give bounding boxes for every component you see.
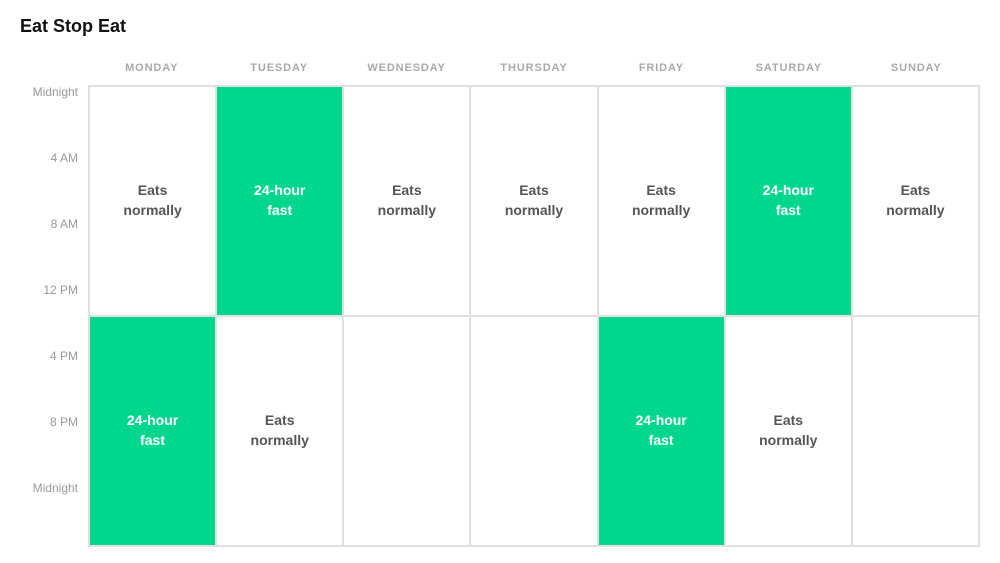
cell-thu-top: Eatsnormally bbox=[470, 86, 597, 316]
cell-tue-bottom: Eatsnormally bbox=[216, 316, 343, 546]
time-midnight-bottom: Midnight bbox=[20, 481, 88, 547]
cell-tue-top: 24-hourfast bbox=[216, 86, 343, 316]
cell-sun-bottom bbox=[852, 316, 979, 546]
cell-wed-bottom bbox=[343, 316, 470, 546]
cell-sun-top: Eatsnormally bbox=[852, 86, 979, 316]
grid-body: Eatsnormally 24-hourfast Eatsnormally Ea… bbox=[88, 85, 980, 547]
time-4pm: 4 PM bbox=[20, 349, 88, 415]
header-monday: MONDAY bbox=[88, 51, 215, 85]
header-friday: FRIDAY bbox=[598, 51, 725, 85]
header-sunday: SUNDAY bbox=[853, 51, 980, 85]
cell-wed-top: Eatsnormally bbox=[343, 86, 470, 316]
time-8am: 8 AM bbox=[20, 217, 88, 283]
time-midnight-top: Midnight bbox=[20, 85, 88, 151]
time-12pm: 12 PM bbox=[20, 283, 88, 349]
cell-thu-bottom bbox=[470, 316, 597, 546]
time-8pm: 8 PM bbox=[20, 415, 88, 481]
header-thursday: THURSDAY bbox=[470, 51, 597, 85]
time-labels: Midnight 4 AM 8 AM 12 PM 4 PM 8 PM Midni… bbox=[20, 51, 88, 547]
cell-sat-top: 24-hourfast bbox=[725, 86, 852, 316]
header-tuesday: TUESDAY bbox=[215, 51, 342, 85]
header-wednesday: WEDNESDAY bbox=[343, 51, 470, 85]
time-4am: 4 AM bbox=[20, 151, 88, 217]
header-saturday: SATURDAY bbox=[725, 51, 852, 85]
schedule-grid: Midnight 4 AM 8 AM 12 PM 4 PM 8 PM Midni… bbox=[20, 51, 980, 547]
cell-mon-top: Eatsnormally bbox=[89, 86, 216, 316]
page-title: Eat Stop Eat bbox=[20, 16, 980, 37]
cell-sat-bottom: Eatsnormally bbox=[725, 316, 852, 546]
cell-fri-top: Eatsnormally bbox=[598, 86, 725, 316]
grid-main: MONDAY TUESDAY WEDNESDAY THURSDAY FRIDAY… bbox=[88, 51, 980, 547]
day-headers: MONDAY TUESDAY WEDNESDAY THURSDAY FRIDAY… bbox=[88, 51, 980, 85]
cell-mon-bottom: 24-hourfast bbox=[89, 316, 216, 546]
cell-fri-bottom: 24-hourfast bbox=[598, 316, 725, 546]
